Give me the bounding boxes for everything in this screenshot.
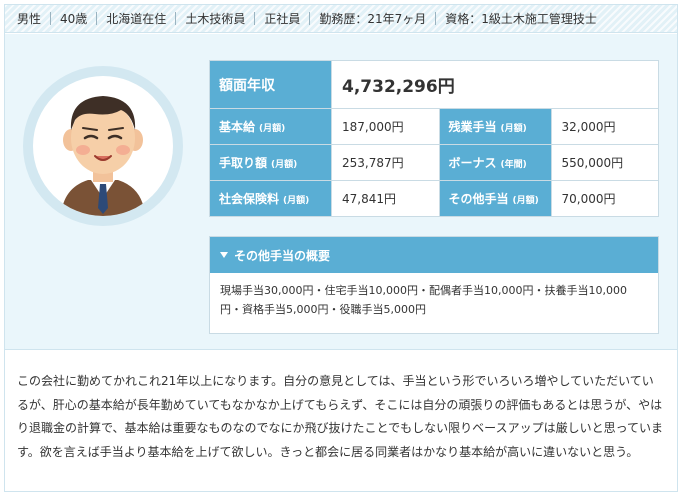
base-salary-value: 187,000円 bbox=[331, 108, 440, 145]
social-insurance-value: 47,841円 bbox=[331, 180, 440, 217]
table-row: 手取り額 (月額) 253,787円 ボーナス (年間) 550,000円 bbox=[209, 144, 659, 181]
divider bbox=[254, 12, 256, 25]
age: 40歳 bbox=[60, 12, 88, 26]
triangle-down-icon bbox=[220, 252, 228, 258]
take-home-value: 253,787円 bbox=[331, 144, 440, 181]
divider bbox=[435, 12, 437, 25]
social-insurance-label: 社会保険料 bbox=[219, 192, 280, 206]
base-salary-label: 基本給 bbox=[219, 120, 256, 134]
other-allowance-value: 70,000円 bbox=[550, 180, 659, 217]
residence: 北海道在住 bbox=[106, 12, 167, 26]
annual-income-label: 額面年収 bbox=[209, 60, 332, 109]
avatar bbox=[33, 76, 173, 216]
other-allowance-toggle[interactable]: その他手当の概要 bbox=[210, 237, 658, 273]
divider bbox=[309, 12, 311, 25]
job-title: 土木技術員 bbox=[185, 12, 246, 26]
other-allowance-box: その他手当の概要 現場手当30,000円・住宅手当10,000円・配偶者手当10… bbox=[209, 236, 659, 334]
man-face-icon bbox=[61, 96, 145, 216]
qualification: 資格：1級土木施工管理技士 bbox=[445, 12, 597, 26]
other-allowance-title: その他手当の概要 bbox=[234, 248, 331, 263]
salary-table: 額面年収 4,732,296円 基本給 (月額) 187,000円 残業手当 (月額… bbox=[209, 60, 659, 217]
table-row: 基本給 (月額) 187,000円 残業手当 (月額) 32,000円 bbox=[209, 108, 659, 145]
take-home-label: 手取り額 bbox=[219, 156, 268, 170]
divider bbox=[175, 12, 177, 25]
other-allowance-detail: 現場手当30,000円・住宅手当10,000円・配偶者手当10,000円・扶養手… bbox=[220, 284, 627, 316]
overtime-label: 残業手当 bbox=[448, 120, 497, 134]
table-row: 社会保険料 (月額) 47,841円 その他手当 (月額) 70,000円 bbox=[209, 180, 659, 217]
salary-card: 男性 40歳 北海道在住 土木技術員 正社員 勤務歴：21年7ヶ月 資格：1級土… bbox=[4, 4, 678, 492]
profile-header: 男性 40歳 北海道在住 土木技術員 正社員 勤務歴：21年7ヶ月 資格：1級土… bbox=[5, 5, 677, 33]
gender: 男性 bbox=[17, 12, 42, 26]
bonus-value: 550,000円 bbox=[550, 144, 659, 181]
divider bbox=[50, 12, 52, 25]
annual-income-value: 4,732,296円 bbox=[331, 60, 659, 109]
overtime-value: 32,000円 bbox=[550, 108, 659, 145]
avatar-frame bbox=[23, 66, 183, 226]
comment-text: この会社に勤めてかれこれ21年以上になります。自分の意見としては、手当という形で… bbox=[5, 349, 677, 464]
tenure: 勤務歴：21年7ヶ月 bbox=[319, 12, 427, 26]
other-allowance-label: その他手当 bbox=[448, 192, 509, 206]
salary-panel: 額面年収 4,732,296円 基本給 (月額) 187,000円 残業手当 (月額… bbox=[5, 34, 677, 349]
employment-type: 正社員 bbox=[264, 12, 301, 26]
divider bbox=[96, 12, 98, 25]
bonus-label: ボーナス bbox=[448, 156, 497, 170]
